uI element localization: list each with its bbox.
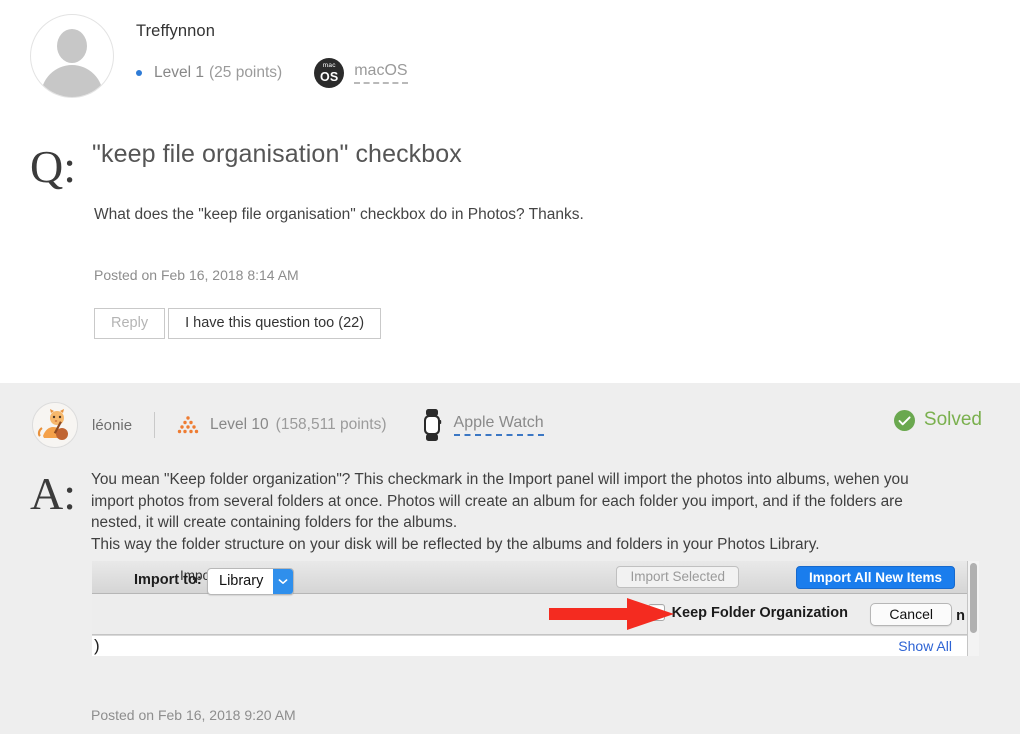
import-selected-button[interactable]: Import Selected xyxy=(616,566,739,588)
me-too-button[interactable]: I have this question too (22) xyxy=(168,308,382,339)
question-author-name[interactable]: Treffynnon xyxy=(136,22,408,41)
product-badge-applewatch[interactable]: Apple Watch xyxy=(420,408,544,442)
avatar-body-shape xyxy=(41,65,103,97)
answer-body-line: This way the folder structure on your di… xyxy=(91,535,820,553)
keep-folder-organization-label: Keep Folder Organization xyxy=(671,604,848,621)
reply-button[interactable]: Reply xyxy=(94,308,166,339)
question-section: Treffynnon Level 1 (25 points) mac OS ma… xyxy=(0,0,1020,383)
check-circle-icon xyxy=(893,409,915,431)
status-badge-label: Solved xyxy=(923,409,982,430)
macos-icon-bottom-text: OS xyxy=(319,69,339,84)
embedded-bottom-bar: ) Show All xyxy=(92,635,979,656)
question-author-meta: Treffynnon Level 1 (25 points) mac OS ma… xyxy=(136,14,408,88)
question-author-row: Treffynnon Level 1 (25 points) mac OS ma… xyxy=(30,14,408,98)
product-badge-label[interactable]: Apple Watch xyxy=(453,414,544,437)
answer-author-points: (158,511 points) xyxy=(275,416,387,433)
answer-marker: A: xyxy=(30,468,76,519)
answer-author-row: léonie Level 10 (158,511 points) Apple W… xyxy=(32,402,544,448)
answer-body-line: You mean "Keep folder organization"? Thi… xyxy=(91,471,909,488)
answer-author-level: Level 10 xyxy=(210,416,269,433)
answer-author-name[interactable]: léonie xyxy=(92,417,132,434)
cancel-button[interactable]: Cancel xyxy=(870,603,952,626)
answer-body: You mean "Keep folder organization"? Thi… xyxy=(91,469,991,555)
import-to-dropdown-value: Library xyxy=(219,573,264,589)
macos-icon-top-text: mac xyxy=(322,62,336,69)
question-body: What does the "keep file organisation" c… xyxy=(94,206,584,223)
answer-posted-timestamp: Posted on Feb 16, 2018 9:20 AM xyxy=(91,707,296,723)
question-marker: Q: xyxy=(30,141,76,192)
clipped-edge-text: n xyxy=(956,608,965,624)
keep-folder-organization-row[interactable]: Keep Folder Organization xyxy=(647,604,848,621)
level-pyramid-icon xyxy=(177,416,199,434)
embedded-bottom-left-text: ) xyxy=(94,636,100,655)
macos-icon: mac OS xyxy=(314,58,345,88)
question-author-points: (25 points) xyxy=(208,64,283,81)
show-all-link[interactable]: Show All xyxy=(898,638,952,654)
keep-folder-organization-checkbox[interactable] xyxy=(647,604,665,621)
embedded-scrollbar-thumb[interactable] xyxy=(970,563,977,633)
product-badge-macos[interactable]: mac OS macOS xyxy=(314,58,408,88)
apple-watch-icon xyxy=(423,409,441,441)
avatar-head-shape xyxy=(57,29,87,63)
avatar[interactable] xyxy=(30,14,114,98)
answer-body-line: nested, it will create containing folder… xyxy=(91,514,458,531)
bullet-dot-icon xyxy=(136,70,142,76)
answer-body-line: import photos from several folders at on… xyxy=(91,492,903,510)
question-posted-timestamp: Posted on Feb 16, 2018 8:14 AM xyxy=(94,267,299,283)
divider xyxy=(154,412,156,438)
answer-section: léonie Level 10 (158,511 points) Apple W… xyxy=(0,383,1020,734)
question-actions: Reply I have this question too (22) xyxy=(94,308,382,339)
question-title: "keep file organisation" checkbox xyxy=(92,140,462,168)
status-badge: Solved xyxy=(893,409,982,431)
question-author-level: Level 1 xyxy=(154,64,204,81)
import-all-new-items-button[interactable]: Import All New Items xyxy=(795,566,955,589)
embedded-screenshot: Import Import to: Library Import Selecte… xyxy=(92,561,979,656)
cat-avatar-illustration xyxy=(33,403,77,447)
embedded-scrollbar[interactable] xyxy=(967,561,979,656)
import-to-dropdown[interactable]: Library xyxy=(207,568,295,595)
question-author-level-row: Level 1 (25 points) mac OS macOS xyxy=(136,58,408,88)
import-to-label: Import to: xyxy=(134,572,202,588)
product-badge-label[interactable]: macOS xyxy=(354,62,408,85)
chevron-down-icon xyxy=(273,569,294,594)
avatar[interactable] xyxy=(32,402,78,448)
